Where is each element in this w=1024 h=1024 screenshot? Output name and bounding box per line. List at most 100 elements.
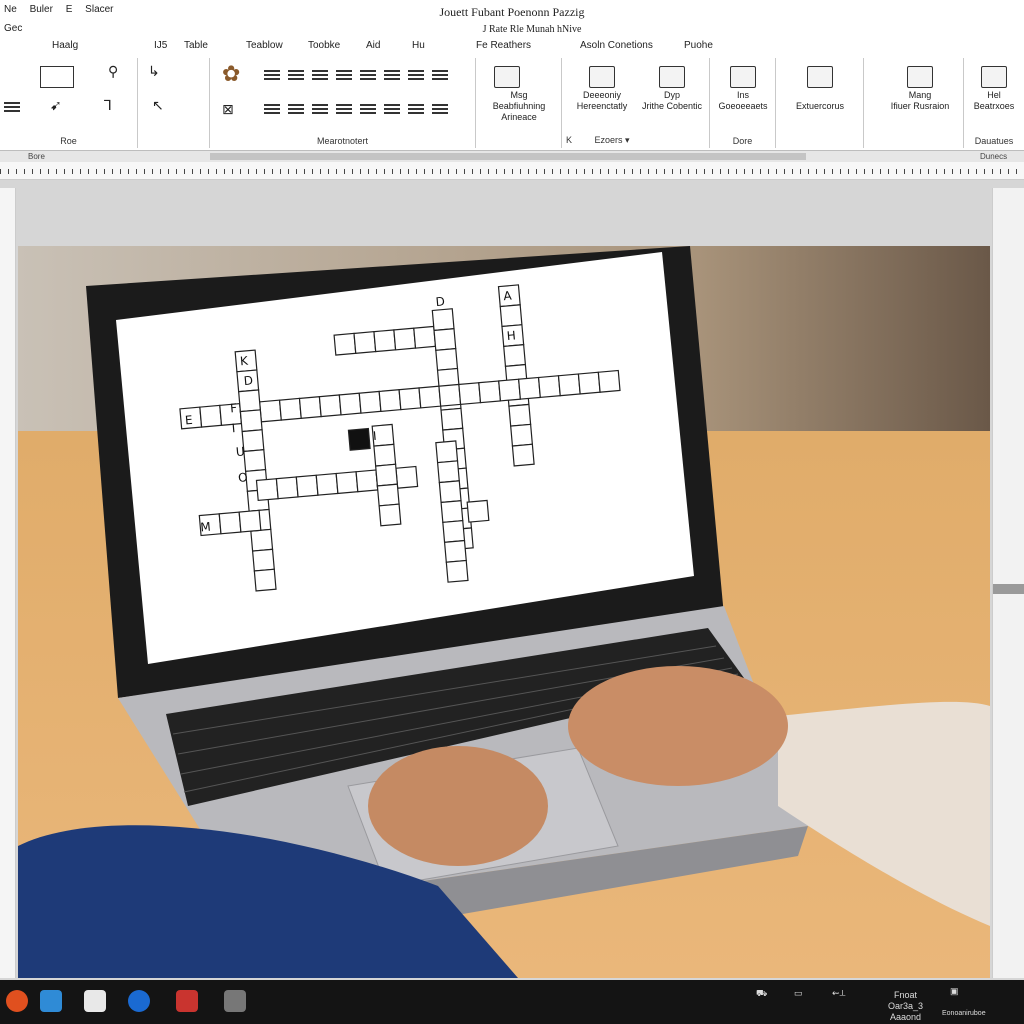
crossword-cell	[376, 483, 400, 507]
crossword-cell	[199, 404, 223, 428]
ribbon-scrollbar[interactable]	[210, 153, 806, 160]
window-icon[interactable]	[224, 990, 246, 1012]
spacing-icon[interactable]	[264, 104, 280, 116]
align-right-icon[interactable]	[312, 70, 328, 82]
ins-button[interactable]: Ins Goeoeeaets	[712, 66, 774, 112]
crossword-cell	[239, 409, 263, 433]
crossword-cell	[218, 511, 242, 535]
ifiuer-rusraion-label: Ifiuer Rusraion	[890, 101, 950, 111]
crossword-cell	[238, 389, 261, 413]
msg-button[interactable]: Msg Beabfiuhning Arineace	[480, 66, 558, 123]
ribbon-group-label: Roe	[60, 136, 77, 146]
justify-icon[interactable]	[336, 70, 352, 82]
ribbon-group-tools: ↳ ↖	[138, 58, 210, 148]
outdent-icon[interactable]	[432, 70, 448, 82]
goeoeeaets-label: Goeoeeaets	[718, 101, 768, 111]
crossword-cell	[395, 465, 419, 489]
format-painter-icon[interactable]: ⚲	[108, 64, 118, 80]
title-bar: Ne Buler E Slacer Gec Jouett Fubant Poen…	[0, 0, 1024, 38]
tab-toobke[interactable]: Toobke	[308, 40, 340, 51]
tab-aid[interactable]: Aid	[366, 40, 380, 51]
ins-label: Ins	[736, 90, 749, 100]
beabfiuhning-label: Beabfiuhning	[492, 101, 546, 111]
crossword-letter: O	[238, 470, 249, 485]
horizontal-ruler[interactable]	[0, 162, 1024, 180]
style-icon[interactable]: ⅂	[104, 98, 112, 114]
crossword-cell	[373, 443, 397, 467]
left-hand	[368, 746, 548, 866]
crossword-cell	[355, 469, 379, 493]
vertical-ruler[interactable]	[0, 188, 16, 978]
bullets-icon[interactable]	[360, 70, 376, 82]
crossword-letter: D	[435, 294, 445, 309]
clock-line2: Aaaond	[890, 1012, 922, 1022]
tab-haalg[interactable]: Haalg	[52, 40, 78, 51]
browser-icon[interactable]	[6, 990, 28, 1012]
tab-stops-icon[interactable]	[432, 104, 448, 116]
paste-icon[interactable]	[40, 66, 74, 88]
clock[interactable]: Fnoat Oar3a_3 Aaaond	[888, 990, 923, 1023]
dyp-button[interactable]: Dyp Jrithe Cobentic	[636, 66, 708, 112]
tab-fe-reathers[interactable]: Fe Reathers	[476, 40, 531, 51]
vertical-scrollbar[interactable]	[992, 188, 1024, 978]
beatrxoes-label: Beatrxoes	[973, 101, 1015, 111]
crossword-letter: H	[506, 328, 516, 343]
indent-icon[interactable]	[408, 70, 424, 82]
arineace-label: Arineace	[501, 112, 537, 122]
dyp-sub-label: Jrithe Cobentic	[641, 101, 703, 111]
messenger-icon[interactable]	[128, 990, 150, 1012]
crossword-cell	[517, 376, 541, 400]
photos-icon[interactable]	[40, 990, 62, 1012]
crossword-cell	[435, 440, 459, 464]
numbering-icon[interactable]	[384, 70, 400, 82]
file-explorer-icon[interactable]	[84, 990, 106, 1012]
line-spacing-icon[interactable]	[408, 104, 424, 116]
crossword-letter: M	[200, 520, 212, 535]
scrollbar-thumb[interactable]	[993, 584, 1024, 594]
tab-puohe[interactable]: Puohe	[684, 40, 713, 51]
tab-table[interactable]: Table	[184, 40, 208, 51]
status-left-label: Bore	[28, 152, 45, 161]
hel-button[interactable]: Hel Beatrxoes	[966, 66, 1022, 112]
crossword-letter: F	[229, 401, 237, 416]
tab-teablow[interactable]: Teablow	[246, 40, 283, 51]
crossword-cell	[597, 369, 621, 393]
tab-asoln-conetions[interactable]: Asoln Conetions	[580, 40, 653, 51]
table-grid-icon[interactable]: ⊠	[222, 102, 234, 118]
sort-icon[interactable]	[288, 104, 304, 116]
tab-hu[interactable]: Hu	[412, 40, 425, 51]
cursor-icon[interactable]: ➹	[50, 98, 62, 114]
pointer-icon[interactable]: ↖	[152, 98, 164, 114]
mang-button[interactable]: Mang Ifiuer Rusraion	[878, 66, 962, 112]
tab-ij5[interactable]: IJ5	[154, 40, 167, 51]
paragraph-icon[interactable]	[384, 104, 400, 116]
extuercorus-button[interactable]: Extuercorus	[780, 66, 860, 112]
crossword-cell	[243, 449, 267, 473]
volume-icon[interactable]: ⇜⟂	[832, 988, 846, 999]
window-icon	[907, 66, 933, 88]
crossword-letter: E	[184, 413, 193, 428]
notification-icon[interactable]: ▣	[950, 986, 959, 997]
app-flag-icon[interactable]	[176, 990, 198, 1012]
crossword-cell	[510, 423, 534, 447]
crossword-cell	[333, 332, 357, 356]
gear-icon[interactable]: ✿	[222, 62, 240, 87]
columns-icon[interactable]	[360, 104, 376, 116]
decoration-button[interactable]: Deeeoniy Hereenctatly	[570, 66, 634, 112]
align-left-icon[interactable]	[264, 70, 280, 82]
ribbon: ⚲ ➹ ⅂ Roe ↳ ↖ ✿ ⊠ Mearotnotert Msg Beabf…	[0, 56, 1024, 150]
crossword-cell	[438, 383, 462, 407]
ribbon-group-label: Dauatues	[974, 136, 1014, 146]
network-icon[interactable]: ⛟	[756, 988, 767, 1000]
shading-icon[interactable]	[312, 104, 328, 116]
crossword-cell	[445, 559, 469, 583]
clock-top: Fnoat	[894, 990, 918, 1000]
arrow-tool-icon[interactable]: ↳	[148, 64, 160, 80]
borders-icon[interactable]	[336, 104, 352, 116]
align-center-icon[interactable]	[288, 70, 304, 82]
battery-icon[interactable]: ▭	[794, 988, 803, 999]
list-icon[interactable]	[4, 102, 20, 114]
crossword-cell	[438, 480, 462, 504]
embedded-photo[interactable]: DAKDHEFIUOIM	[18, 246, 990, 978]
crossword-cell	[275, 476, 299, 500]
